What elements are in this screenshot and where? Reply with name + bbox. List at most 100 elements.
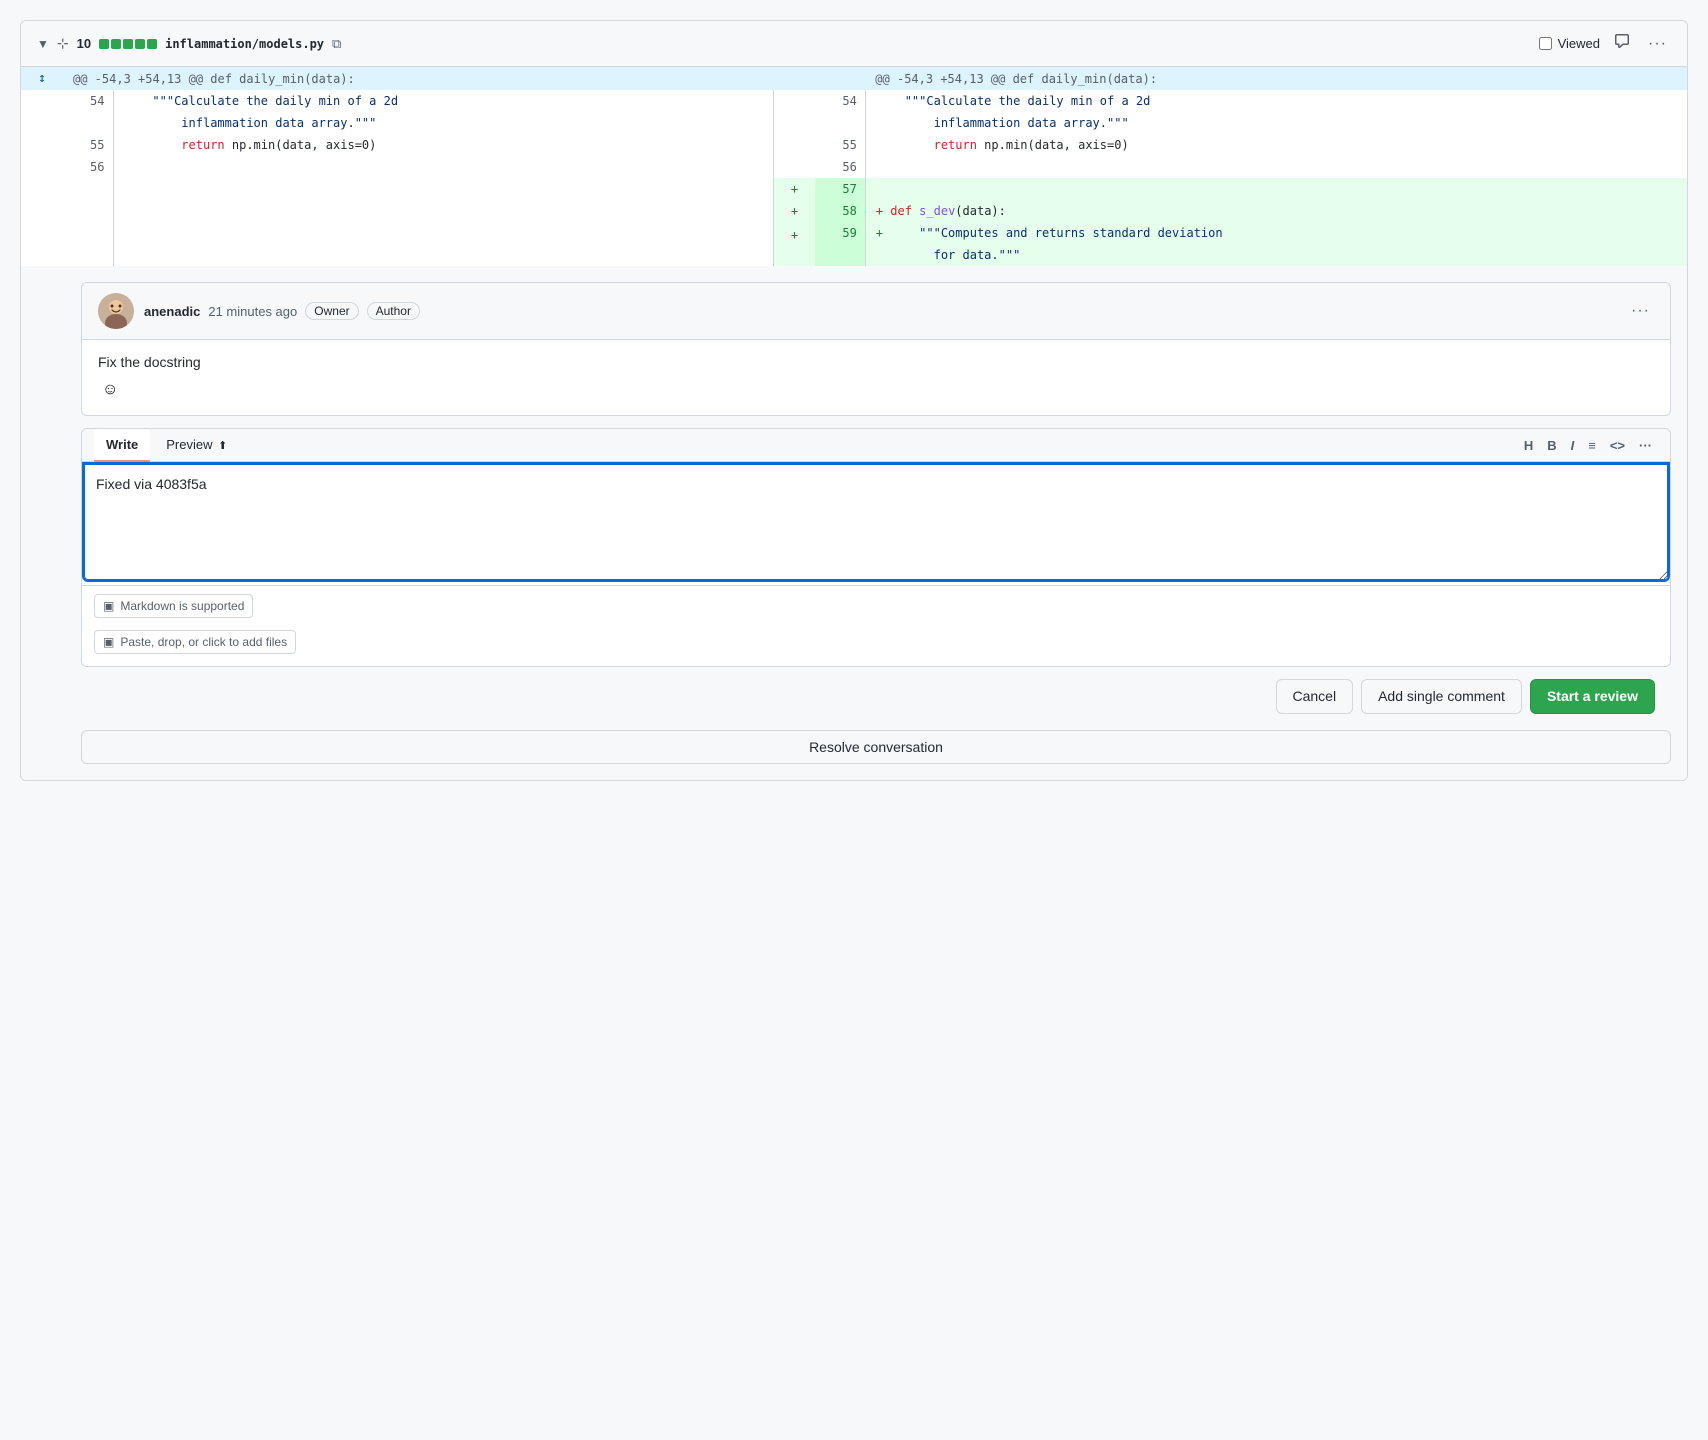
left-content-55: return np.min(data, axis=0) xyxy=(113,134,773,156)
add-single-comment-button[interactable]: Add single comment xyxy=(1361,679,1522,714)
right-linenum-57: 57 xyxy=(815,178,865,200)
comment-meta: anenadic 21 minutes ago Owner Author xyxy=(144,302,1617,320)
editor-footer: ▣ Markdown is supported ▣ Paste, drop, o… xyxy=(82,585,1670,666)
drag-icon: ⊹ xyxy=(57,35,69,52)
markdown-hint: ▣ Markdown is supported xyxy=(94,594,253,618)
list-btn[interactable]: ≡ xyxy=(1582,434,1602,457)
right-content-55: return np.min(data, axis=0) xyxy=(865,134,1687,156)
editor-tabs: Write Preview ⬆ H B I ≡ <> xyxy=(82,429,1670,462)
code-btn[interactable]: <> xyxy=(1604,434,1631,457)
emoji-btn[interactable]: ☺ xyxy=(98,377,122,403)
line-count: 10 xyxy=(77,36,91,51)
stat-block-1 xyxy=(99,39,109,49)
right-gutter-54 xyxy=(773,90,815,134)
stat-block-3 xyxy=(123,39,133,49)
right-content-58: + def s_dev(data): xyxy=(865,200,1687,222)
right-gutter-55 xyxy=(773,134,815,156)
start-review-button[interactable]: Start a review xyxy=(1530,679,1655,714)
comment-author: anenadic xyxy=(144,304,200,319)
left-linenum-58-empty xyxy=(63,200,113,222)
editor-actions: Cancel Add single comment Start a review xyxy=(81,667,1671,718)
more-options-btn[interactable]: ··· xyxy=(1644,31,1671,57)
heading-btn[interactable]: H xyxy=(1518,434,1539,457)
markdown-hint-text: Markdown is supported xyxy=(120,599,244,613)
file-name: inflammation/models.py xyxy=(165,37,324,51)
italic-btn[interactable]: I xyxy=(1565,434,1581,457)
left-linenum-56: 56 xyxy=(63,156,113,178)
reply-textarea[interactable] xyxy=(82,462,1670,582)
diff-row-59: + 59 + """Computes and returns standard … xyxy=(21,222,1687,266)
upload-icon: ⬆ xyxy=(218,440,227,452)
right-gutter-59: + xyxy=(773,222,815,266)
hunk-right-expand xyxy=(815,67,865,90)
author-badge: Author xyxy=(367,302,420,320)
avatar xyxy=(98,293,134,329)
cancel-button[interactable]: Cancel xyxy=(1276,679,1354,714)
left-linenum-57-empty xyxy=(63,178,113,200)
file-header: ▼ ⊹ 10 inflammation/models.py ⧉ Viewed xyxy=(21,21,1687,67)
existing-comment: anenadic 21 minutes ago Owner Author ···… xyxy=(81,282,1671,416)
hunk-expand-cell: ↕ xyxy=(21,67,63,90)
right-gutter-57: + xyxy=(773,178,815,200)
hunk-header-row: ↕ @@ -54,3 +54,13 @@ def daily_min(data)… xyxy=(21,67,1687,90)
comment-text: Fix the docstring xyxy=(98,352,1654,373)
comment-time: 21 minutes ago xyxy=(208,304,297,319)
left-gutter-57-empty xyxy=(21,178,63,200)
markdown-hint-row: ▣ Markdown is supported xyxy=(94,594,1658,624)
viewed-checkbox[interactable]: Viewed xyxy=(1539,36,1600,51)
stat-block-5 xyxy=(147,39,157,49)
right-content-57 xyxy=(865,178,1687,200)
stat-block-4 xyxy=(135,39,145,49)
diff-stat xyxy=(99,39,157,49)
comment-header: anenadic 21 minutes ago Owner Author ··· xyxy=(82,283,1670,340)
left-content-57-empty xyxy=(113,178,773,200)
right-content-56 xyxy=(865,156,1687,178)
right-linenum-56: 56 xyxy=(815,156,865,178)
right-content-59: + """Computes and returns standard devia… xyxy=(865,222,1687,266)
file-header-right: Viewed ··· xyxy=(1539,29,1671,58)
comment-body: Fix the docstring ☺ xyxy=(82,340,1670,415)
collapse-icon[interactable]: ▼ xyxy=(37,37,49,51)
left-content-58-empty xyxy=(113,200,773,222)
left-gutter-54 xyxy=(21,90,63,134)
more-toolbar-btn[interactable]: ··· xyxy=(1633,434,1658,457)
right-gutter-58: + xyxy=(773,200,815,222)
hunk-header-right: @@ -54,3 +54,13 @@ def daily_min(data): xyxy=(865,67,1687,90)
editor-toolbar: H B I ≡ <> ··· xyxy=(1518,434,1658,457)
tab-write[interactable]: Write xyxy=(94,429,150,462)
viewed-label: Viewed xyxy=(1558,36,1600,51)
right-linenum-54: 54 xyxy=(815,90,865,134)
left-gutter-59-empty xyxy=(21,222,63,266)
resolve-conversation-button[interactable]: Resolve conversation xyxy=(81,730,1671,764)
comment-icon-btn[interactable] xyxy=(1610,29,1634,58)
expand-icon[interactable]: ↕ xyxy=(38,71,46,86)
right-gutter-56 xyxy=(773,156,815,178)
file-hint-row: ▣ Paste, drop, or click to add files xyxy=(94,630,1658,658)
file-icon: ▣ xyxy=(103,635,114,649)
left-linenum-54: 54 xyxy=(63,90,113,134)
left-gutter-55 xyxy=(21,134,63,156)
file-hint[interactable]: ▣ Paste, drop, or click to add files xyxy=(94,630,296,654)
tab-preview-label: Preview xyxy=(166,437,212,452)
left-gutter-56 xyxy=(21,156,63,178)
viewed-input[interactable] xyxy=(1539,37,1552,50)
diff-container: ▼ ⊹ 10 inflammation/models.py ⧉ Viewed xyxy=(20,20,1688,781)
file-header-left: ▼ ⊹ 10 inflammation/models.py ⧉ xyxy=(37,35,1529,52)
left-gutter-58-empty xyxy=(21,200,63,222)
diff-table: ↕ @@ -54,3 +54,13 @@ def daily_min(data)… xyxy=(21,67,1687,780)
right-content-54: """Calculate the daily min of a 2d infla… xyxy=(865,90,1687,134)
bold-btn[interactable]: B xyxy=(1541,434,1562,457)
comment-thread-cell: anenadic 21 minutes ago Owner Author ···… xyxy=(21,266,1687,780)
tab-preview[interactable]: Preview ⬆ xyxy=(154,429,239,462)
comment-thread-row: anenadic 21 minutes ago Owner Author ···… xyxy=(21,266,1687,780)
comment-more-btn[interactable]: ··· xyxy=(1627,298,1654,324)
copy-icon[interactable]: ⧉ xyxy=(332,36,341,52)
left-linenum-55: 55 xyxy=(63,134,113,156)
left-content-59-empty xyxy=(113,222,773,266)
diff-row-54: 54 """Calculate the daily min of a 2d in… xyxy=(21,90,1687,134)
diff-row-57: + 57 xyxy=(21,178,1687,200)
diff-row-56: 56 56 xyxy=(21,156,1687,178)
left-content-56 xyxy=(113,156,773,178)
diff-row-58: + 58 + def s_dev(data): xyxy=(21,200,1687,222)
diff-row-55: 55 return np.min(data, axis=0) 55 return… xyxy=(21,134,1687,156)
